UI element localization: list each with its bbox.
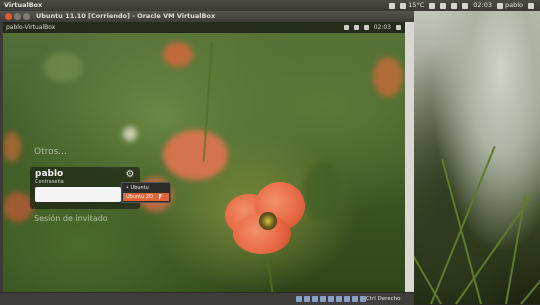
- vbox-status-bar: Ctrl Derecho: [0, 292, 414, 305]
- window-title: Ubuntu 11.10 [Corriendo] - Oracle VM Vir…: [36, 12, 216, 20]
- guest-tray: 02:03: [343, 22, 401, 33]
- host-key-label: Ctrl Derecho: [366, 296, 401, 302]
- volume-icon[interactable]: [363, 25, 369, 30]
- dropbox-icon[interactable]: [389, 2, 396, 9]
- power-icon[interactable]: [396, 25, 401, 30]
- close-icon[interactable]: [5, 13, 12, 20]
- host-clock[interactable]: 02:03: [473, 0, 492, 11]
- network-adapter-icon[interactable]: [320, 296, 326, 302]
- guest-top-panel: pablo-VirtualBox 02:03: [3, 22, 405, 33]
- host-tray: 15°C 02:03 pablo: [389, 0, 534, 11]
- audio-icon[interactable]: [336, 296, 342, 302]
- virtualization-icon[interactable]: [344, 296, 350, 302]
- session-option-ubuntu-2d[interactable]: Ubuntu 2D: [123, 193, 169, 201]
- user-menu[interactable]: pablo: [496, 0, 523, 11]
- window-titlebar[interactable]: Ubuntu 11.10 [Corriendo] - Oracle VM Vir…: [0, 11, 414, 22]
- other-user-item[interactable]: Otros...: [34, 147, 67, 157]
- volume-icon[interactable]: [462, 2, 469, 9]
- weather-icon: [400, 2, 407, 9]
- gear-icon[interactable]: ⚙: [125, 170, 135, 180]
- guest-hostname: pablo-VirtualBox: [6, 24, 56, 31]
- shared-folder-icon[interactable]: [328, 296, 334, 302]
- mouse-integration-icon[interactable]: [352, 296, 358, 302]
- session-dropdown[interactable]: • Ubuntu Ubuntu 2D: [121, 182, 171, 203]
- hard-disk-icon[interactable]: [296, 296, 302, 302]
- session-option-ubuntu[interactable]: • Ubuntu: [123, 184, 169, 192]
- virtualbox-window: Ubuntu 11.10 [Corriendo] - Oracle VM Vir…: [0, 11, 414, 305]
- optical-drive-icon[interactable]: [304, 296, 310, 302]
- accessibility-icon[interactable]: [343, 25, 349, 30]
- keyboard-icon[interactable]: [353, 25, 359, 30]
- password-field[interactable]: [35, 187, 121, 202]
- password-label: Contraseña: [35, 179, 64, 185]
- network-icon[interactable]: [429, 2, 436, 9]
- host-desktop-wallpaper: [395, 11, 540, 305]
- weather-indicator[interactable]: 15°C: [400, 0, 424, 11]
- battery-icon[interactable]: [451, 2, 458, 9]
- temperature-label: 15°C: [408, 1, 425, 9]
- maximize-icon[interactable]: [23, 13, 30, 20]
- guest-session-item[interactable]: Sesión de invitado: [34, 214, 108, 223]
- user-icon: [496, 2, 503, 9]
- device-status-icons: [296, 296, 366, 302]
- host-app-title: VirtualBox: [4, 1, 43, 9]
- power-icon[interactable]: [528, 2, 534, 9]
- usb-icon[interactable]: [312, 296, 318, 302]
- guest-clock: 02:03: [373, 24, 391, 31]
- mouse-cursor-icon: [159, 194, 162, 200]
- host-user-label: pablo: [504, 1, 523, 9]
- window-edge: [405, 22, 414, 292]
- guest-screen[interactable]: pablo-VirtualBox 02:03 Otros... pablo Co…: [3, 22, 405, 300]
- user-name: pablo: [35, 169, 64, 179]
- poppy-flower: [225, 182, 305, 257]
- mail-icon[interactable]: [440, 2, 447, 9]
- host-top-panel: VirtualBox 15°C 02:03 pablo: [0, 0, 540, 11]
- minimize-icon[interactable]: [14, 13, 21, 20]
